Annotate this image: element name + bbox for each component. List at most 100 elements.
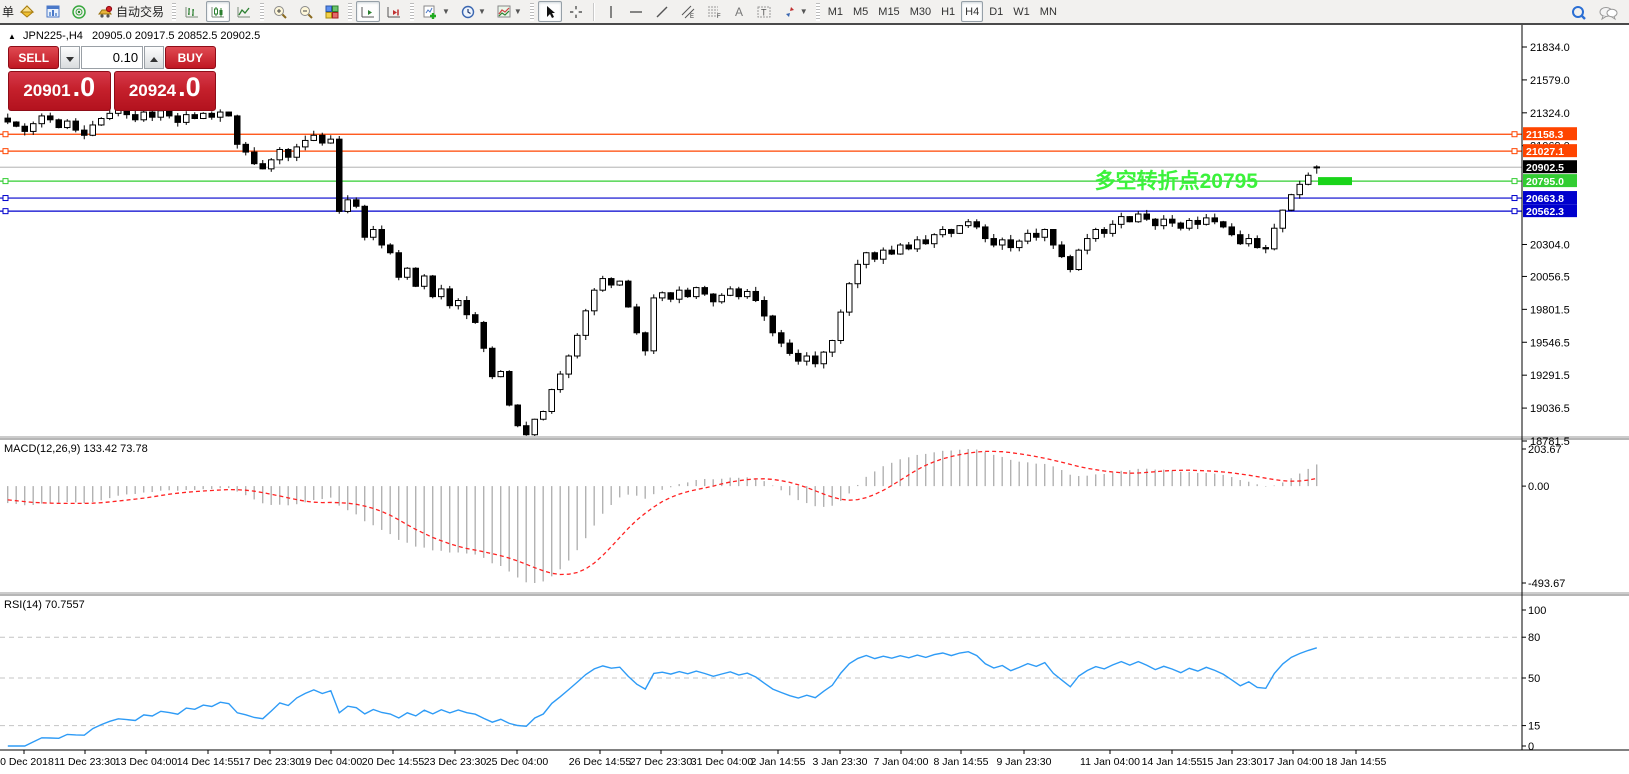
price-tick-label: 20304.0 — [1530, 239, 1570, 251]
periods-button[interactable]: ▼ — [456, 1, 490, 22]
time-tick-label: 13 Dec 04:00 — [115, 756, 178, 768]
text-icon: A — [732, 4, 746, 20]
tile-windows-button[interactable] — [320, 1, 344, 22]
horizontal-line-tool[interactable] — [624, 1, 648, 22]
time-tick-label: 19 Dec 04:00 — [300, 756, 363, 768]
price-tick-label: 19801.5 — [1530, 304, 1570, 316]
svg-text:A: A — [735, 5, 743, 19]
rsi-axis-label: 80 — [1528, 632, 1540, 644]
bar-chart-icon — [184, 4, 200, 20]
triangle-down-icon — [66, 57, 74, 62]
zoom-out-button[interactable] — [294, 1, 318, 22]
candlestick-chart-button[interactable] — [206, 1, 230, 22]
price-tick-label: 19036.5 — [1530, 403, 1570, 415]
line-handle[interactable] — [3, 196, 8, 201]
line-chart-icon — [236, 4, 252, 20]
line-handle[interactable] — [1512, 132, 1517, 137]
cursor-tool-button[interactable] — [538, 1, 562, 22]
time-scale[interactable]: 10 Dec 201811 Dec 23:3013 Dec 04:0014 De… — [0, 750, 1629, 768]
templates-button[interactable]: ▼ — [492, 1, 526, 22]
market-watch-button[interactable] — [41, 1, 65, 22]
time-tick-label: 11 Dec 23:30 — [54, 756, 116, 768]
search-button[interactable] — [1566, 2, 1592, 23]
vertical-line-tool[interactable] — [600, 1, 622, 22]
chart-canvas[interactable]: 多空转折点20795 MACD(12,26,9) 133.42 73.78203.… — [0, 25, 1629, 774]
signals-button[interactable] — [67, 1, 91, 22]
price-tick-label: 19546.5 — [1530, 337, 1570, 349]
chart-shift-button[interactable] — [382, 1, 406, 22]
timeframe-w1[interactable]: W1 — [1009, 1, 1034, 22]
tile-windows-icon — [324, 4, 340, 20]
timeframe-h4[interactable]: H4 — [961, 1, 983, 22]
macd-signal-line — [8, 451, 1317, 574]
chat-button[interactable] — [1594, 2, 1622, 23]
rsi-axis-label: 15 — [1528, 721, 1540, 733]
timeframe-m30[interactable]: M30 — [906, 1, 935, 22]
main-toolbar: 单 自动交易 ▼ ▼ — [0, 0, 1629, 25]
arrows-dropdown-arrow[interactable]: ▼ — [800, 7, 808, 16]
macd-pane: MACD(12,26,9) 133.42 73.78203.670.00-493… — [4, 443, 1565, 590]
crosshair-tool-button[interactable] — [564, 1, 588, 22]
line-handle[interactable] — [1512, 149, 1517, 154]
text-label-tool[interactable]: T — [752, 1, 776, 22]
autotrading-label: 自动交易 — [116, 3, 164, 20]
timeframe-m5[interactable]: M5 — [849, 1, 872, 22]
rsi-label: RSI(14) 70.7557 — [4, 599, 85, 611]
line-handle[interactable] — [1512, 179, 1517, 184]
zoom-in-button[interactable] — [268, 1, 292, 22]
new-chart-dropdown-arrow[interactable]: ▼ — [442, 7, 450, 16]
pivot-highlight-segment[interactable] — [1318, 177, 1352, 185]
price-tick-label: 21579.0 — [1530, 75, 1570, 87]
macd-axis-label: 0.00 — [1528, 481, 1549, 493]
autotrading-button[interactable]: 自动交易 — [93, 1, 168, 22]
bar-chart-button[interactable] — [180, 1, 204, 22]
arrows-tool[interactable]: ▼ — [778, 1, 812, 22]
price-badge-20795.0: 20795.0 — [1526, 176, 1564, 188]
periods-dropdown-arrow[interactable]: ▼ — [478, 7, 486, 16]
fibonacci-tool[interactable]: F — [702, 1, 726, 22]
collapse-arrow-icon[interactable]: ▲ — [8, 32, 16, 41]
timeframe-m1[interactable]: M1 — [824, 1, 847, 22]
buy-price-tile[interactable]: 20924.0 — [114, 71, 217, 111]
time-tick-label: 10 Dec 2018 — [0, 756, 54, 768]
price-tick-label: 21324.0 — [1530, 108, 1570, 120]
line-handle[interactable] — [1512, 196, 1517, 201]
time-tick-label: 17 Dec 23:30 — [239, 756, 302, 768]
arrows-icon — [782, 4, 798, 20]
buy-button[interactable]: BUY — [165, 46, 216, 69]
equidistant-channel-tool[interactable]: E — [676, 1, 700, 22]
timeframe-mn[interactable]: MN — [1036, 1, 1061, 22]
time-tick-label: 26 Dec 14:55 — [569, 756, 632, 768]
line-handle[interactable] — [3, 179, 8, 184]
templates-dropdown-arrow[interactable]: ▼ — [514, 7, 522, 16]
new-order-button[interactable] — [15, 1, 39, 22]
rsi-axis-label: 0 — [1528, 741, 1534, 753]
sell-price-value: 20901 — [23, 72, 70, 110]
timeframe-h1[interactable]: H1 — [937, 1, 959, 22]
line-handle[interactable] — [3, 132, 8, 137]
line-handle[interactable] — [3, 149, 8, 154]
timeframe-m15[interactable]: M15 — [874, 1, 903, 22]
new-chart-button[interactable]: ▼ — [418, 1, 454, 22]
line-chart-button[interactable] — [232, 1, 256, 22]
price-tick-label: 19291.5 — [1530, 370, 1570, 382]
volume-decrease-button[interactable] — [60, 46, 79, 69]
timeframe-d1[interactable]: D1 — [985, 1, 1007, 22]
text-tool[interactable]: A — [728, 1, 750, 22]
time-tick-label: 3 Jan 23:30 — [813, 756, 868, 768]
trendline-tool[interactable] — [650, 1, 674, 22]
sell-price-tile[interactable]: 20901.0 — [8, 71, 111, 111]
price-tick-label: 21834.0 — [1530, 42, 1570, 54]
line-handle[interactable] — [1512, 209, 1517, 214]
time-tick-label: 14 Jan 14:55 — [1142, 756, 1203, 768]
line-handle[interactable] — [3, 209, 8, 214]
price-badge-20663.8: 20663.8 — [1526, 193, 1564, 205]
auto-scroll-button[interactable] — [356, 1, 380, 22]
annotation-text[interactable]: 多空转折点20795 — [1095, 169, 1259, 193]
volume-increase-button[interactable] — [144, 46, 163, 69]
sell-button[interactable]: SELL — [8, 46, 59, 69]
new-order-diamond-icon — [19, 4, 35, 20]
candlestick-series — [5, 105, 1320, 438]
volume-input[interactable]: 0.10 — [81, 46, 143, 69]
chat-bubbles-icon — [1598, 4, 1618, 22]
